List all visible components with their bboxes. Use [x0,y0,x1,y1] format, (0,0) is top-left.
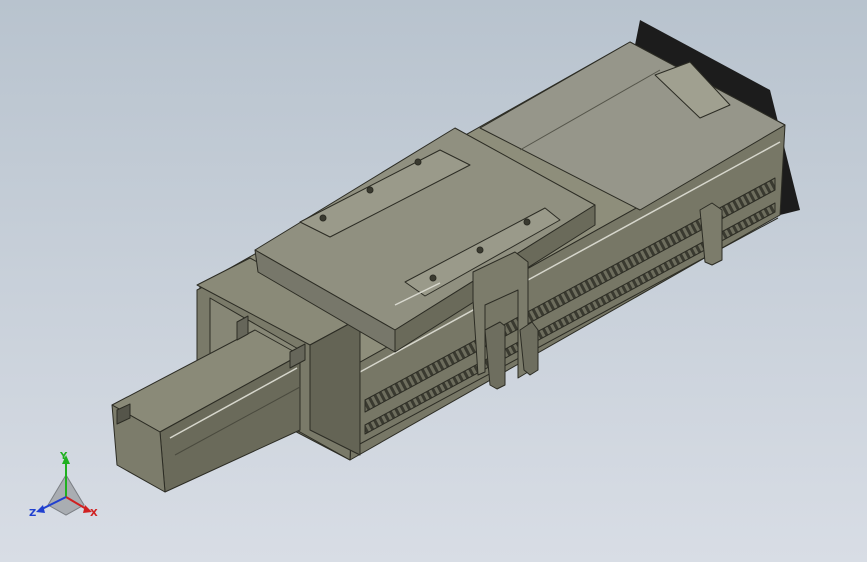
cad-viewport[interactable]: Y X Z [0,0,867,562]
mount-hole [429,274,437,282]
triad-z-label: Z [29,508,36,519]
triad-x-label: X [90,508,98,519]
triad-y-label: Y [59,451,68,462]
mount-hole [414,158,422,166]
mount-hole [523,218,531,226]
mount-hole [366,186,374,194]
mount-hole [476,246,484,254]
mount-hole [319,214,327,222]
